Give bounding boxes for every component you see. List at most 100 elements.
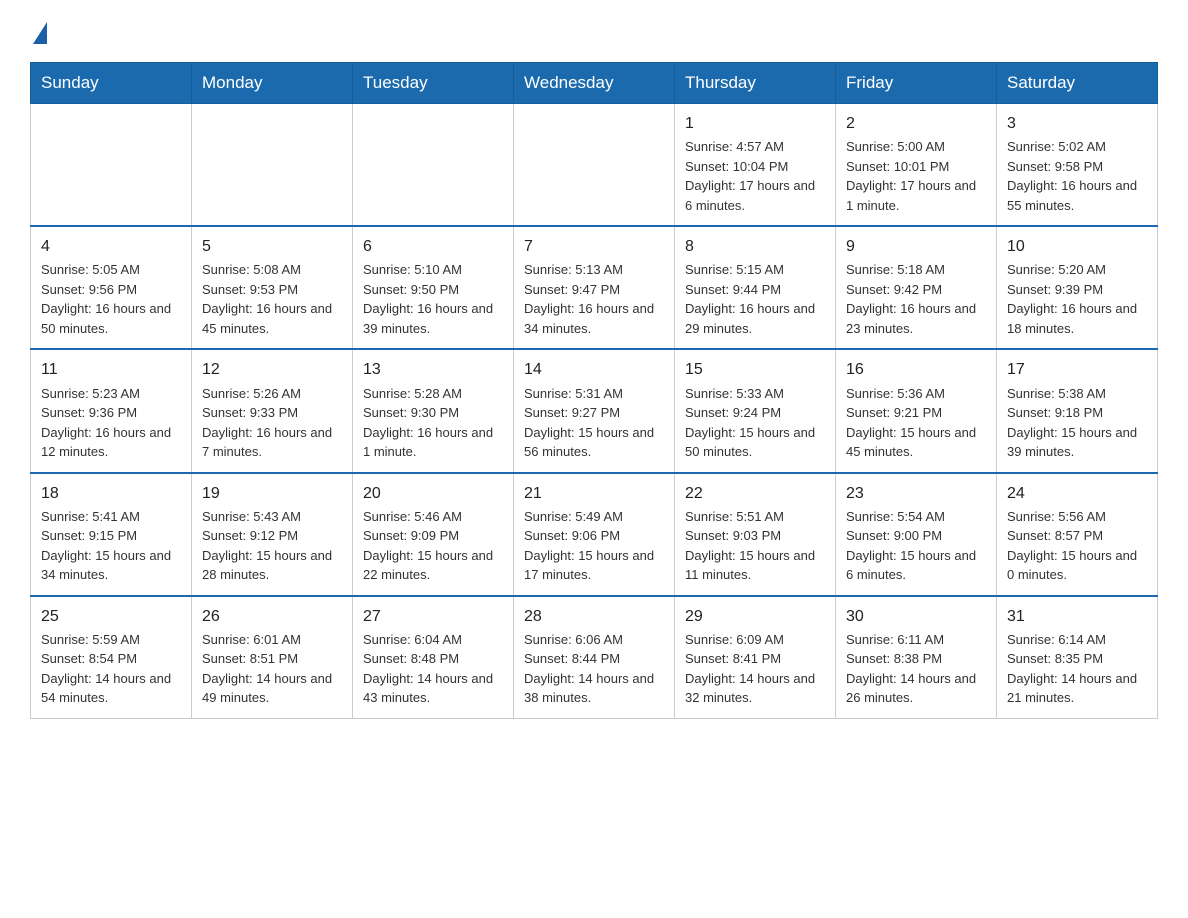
day-info: Sunrise: 4:57 AM Sunset: 10:04 PM Daylig… — [685, 137, 825, 215]
calendar-cell — [192, 104, 353, 227]
day-info: Sunrise: 5:41 AM Sunset: 9:15 PM Dayligh… — [41, 507, 181, 585]
day-number: 2 — [846, 112, 986, 135]
calendar-cell: 12 Sunrise: 5:26 AM Sunset: 9:33 PM Dayli… — [192, 349, 353, 472]
calendar-cell: 15Sunrise: 5:33 AM Sunset: 9:24 PM Dayli… — [675, 349, 836, 472]
calendar-cell: 14 Sunrise: 5:31 AM Sunset: 9:27 PM Dayli… — [514, 349, 675, 472]
calendar-cell: 2Sunrise: 5:00 AM Sunset: 10:01 PM Dayli… — [836, 104, 997, 227]
calendar-cell: 17 Sunrise: 5:38 AM Sunset: 9:18 PM Dayli… — [997, 349, 1158, 472]
day-number: 27 — [363, 605, 503, 628]
weekday-header-saturday: Saturday — [997, 63, 1158, 104]
day-info: Sunrise: 6:09 AM Sunset: 8:41 PM Dayligh… — [685, 630, 825, 708]
day-info: Sunrise: 5:13 AM Sunset: 9:47 PM Dayligh… — [524, 260, 664, 338]
day-number: 8 — [685, 235, 825, 258]
day-info: Sunrise: 5:51 AM Sunset: 9:03 PM Dayligh… — [685, 507, 825, 585]
calendar-cell: 19Sunrise: 5:43 AM Sunset: 9:12 PM Dayli… — [192, 473, 353, 596]
day-number: 18 — [41, 482, 181, 505]
weekday-header-wednesday: Wednesday — [514, 63, 675, 104]
day-info: Sunrise: 5:18 AM Sunset: 9:42 PM Dayligh… — [846, 260, 986, 338]
day-number: 10 — [1007, 235, 1147, 258]
header — [30, 20, 1158, 44]
calendar-table: SundayMondayTuesdayWednesdayThursdayFrid… — [30, 62, 1158, 719]
day-number: 28 — [524, 605, 664, 628]
day-number: 19 — [202, 482, 342, 505]
day-number: 13 — [363, 358, 503, 381]
day-number: 22 — [685, 482, 825, 505]
calendar-cell: 9Sunrise: 5:18 AM Sunset: 9:42 PM Daylig… — [836, 226, 997, 349]
day-number: 17 — [1007, 358, 1147, 381]
day-info: Sunrise: 5:08 AM Sunset: 9:53 PM Dayligh… — [202, 260, 342, 338]
day-info: Sunrise: 5:15 AM Sunset: 9:44 PM Dayligh… — [685, 260, 825, 338]
calendar-cell: 28Sunrise: 6:06 AM Sunset: 8:44 PM Dayli… — [514, 596, 675, 719]
calendar-cell: 21Sunrise: 5:49 AM Sunset: 9:06 PM Dayli… — [514, 473, 675, 596]
day-info: Sunrise: 5:28 AM Sunset: 9:30 PM Dayligh… — [363, 384, 503, 462]
calendar-cell: 31Sunrise: 6:14 AM Sunset: 8:35 PM Dayli… — [997, 596, 1158, 719]
calendar-cell — [31, 104, 192, 227]
day-number: 21 — [524, 482, 664, 505]
day-info: Sunrise: 5:56 AM Sunset: 8:57 PM Dayligh… — [1007, 507, 1147, 585]
day-number: 6 — [363, 235, 503, 258]
calendar-week-row: 11 Sunrise: 5:23 AM Sunset: 9:36 PM Dayli… — [31, 349, 1158, 472]
day-number: 23 — [846, 482, 986, 505]
day-number: 29 — [685, 605, 825, 628]
day-info: Sunrise: 5:59 AM Sunset: 8:54 PM Dayligh… — [41, 630, 181, 708]
calendar-cell: 1Sunrise: 4:57 AM Sunset: 10:04 PM Dayli… — [675, 104, 836, 227]
day-info: Sunrise: 6:04 AM Sunset: 8:48 PM Dayligh… — [363, 630, 503, 708]
calendar-cell: 7Sunrise: 5:13 AM Sunset: 9:47 PM Daylig… — [514, 226, 675, 349]
calendar-cell: 10Sunrise: 5:20 AM Sunset: 9:39 PM Dayli… — [997, 226, 1158, 349]
calendar-cell: 22Sunrise: 5:51 AM Sunset: 9:03 PM Dayli… — [675, 473, 836, 596]
calendar-cell: 5Sunrise: 5:08 AM Sunset: 9:53 PM Daylig… — [192, 226, 353, 349]
calendar-header-row: SundayMondayTuesdayWednesdayThursdayFrid… — [31, 63, 1158, 104]
day-info: Sunrise: 5:38 AM Sunset: 9:18 PM Dayligh… — [1007, 384, 1147, 462]
day-number: 14 — [524, 358, 664, 381]
day-number: 12 — [202, 358, 342, 381]
calendar-cell: 13 Sunrise: 5:28 AM Sunset: 9:30 PM Dayli… — [353, 349, 514, 472]
day-info: Sunrise: 5:05 AM Sunset: 9:56 PM Dayligh… — [41, 260, 181, 338]
calendar-week-row: 25Sunrise: 5:59 AM Sunset: 8:54 PM Dayli… — [31, 596, 1158, 719]
calendar-cell: 25Sunrise: 5:59 AM Sunset: 8:54 PM Dayli… — [31, 596, 192, 719]
day-number: 25 — [41, 605, 181, 628]
day-info: Sunrise: 5:02 AM Sunset: 9:58 PM Dayligh… — [1007, 137, 1147, 215]
day-info: Sunrise: 6:11 AM Sunset: 8:38 PM Dayligh… — [846, 630, 986, 708]
day-number: 16 — [846, 358, 986, 381]
calendar-cell: 23Sunrise: 5:54 AM Sunset: 9:00 PM Dayli… — [836, 473, 997, 596]
day-info: Sunrise: 5:31 AM Sunset: 9:27 PM Dayligh… — [524, 384, 664, 462]
day-info: Sunrise: 5:20 AM Sunset: 9:39 PM Dayligh… — [1007, 260, 1147, 338]
calendar-cell: 3Sunrise: 5:02 AM Sunset: 9:58 PM Daylig… — [997, 104, 1158, 227]
calendar-cell: 8Sunrise: 5:15 AM Sunset: 9:44 PM Daylig… — [675, 226, 836, 349]
calendar-cell: 16 Sunrise: 5:36 AM Sunset: 9:21 PM Dayli… — [836, 349, 997, 472]
calendar-cell: 29Sunrise: 6:09 AM Sunset: 8:41 PM Dayli… — [675, 596, 836, 719]
calendar-cell: 24Sunrise: 5:56 AM Sunset: 8:57 PM Dayli… — [997, 473, 1158, 596]
day-info: Sunrise: 6:01 AM Sunset: 8:51 PM Dayligh… — [202, 630, 342, 708]
day-number: 11 — [41, 358, 181, 381]
day-info: Sunrise: 5:23 AM Sunset: 9:36 PM Dayligh… — [41, 384, 181, 462]
calendar-cell: 30Sunrise: 6:11 AM Sunset: 8:38 PM Dayli… — [836, 596, 997, 719]
day-number: 9 — [846, 235, 986, 258]
calendar-cell — [353, 104, 514, 227]
page: SundayMondayTuesdayWednesdayThursdayFrid… — [0, 0, 1188, 749]
day-number: 5 — [202, 235, 342, 258]
day-number: 24 — [1007, 482, 1147, 505]
day-info: Sunrise: 5:54 AM Sunset: 9:00 PM Dayligh… — [846, 507, 986, 585]
day-info: Sunrise: 5:46 AM Sunset: 9:09 PM Dayligh… — [363, 507, 503, 585]
day-number: 31 — [1007, 605, 1147, 628]
day-info: Sunrise: 5:33 AM Sunset: 9:24 PM Dayligh… — [685, 384, 825, 462]
calendar-cell: 4Sunrise: 5:05 AM Sunset: 9:56 PM Daylig… — [31, 226, 192, 349]
day-number: 30 — [846, 605, 986, 628]
day-info: Sunrise: 5:43 AM Sunset: 9:12 PM Dayligh… — [202, 507, 342, 585]
logo-triangle-icon — [33, 22, 47, 44]
calendar-week-row: 18Sunrise: 5:41 AM Sunset: 9:15 PM Dayli… — [31, 473, 1158, 596]
calendar-cell — [514, 104, 675, 227]
weekday-header-friday: Friday — [836, 63, 997, 104]
day-number: 20 — [363, 482, 503, 505]
day-info: Sunrise: 5:10 AM Sunset: 9:50 PM Dayligh… — [363, 260, 503, 338]
weekday-header-thursday: Thursday — [675, 63, 836, 104]
calendar-cell: 27Sunrise: 6:04 AM Sunset: 8:48 PM Dayli… — [353, 596, 514, 719]
day-info: Sunrise: 5:36 AM Sunset: 9:21 PM Dayligh… — [846, 384, 986, 462]
day-number: 7 — [524, 235, 664, 258]
calendar-week-row: 1Sunrise: 4:57 AM Sunset: 10:04 PM Dayli… — [31, 104, 1158, 227]
day-info: Sunrise: 5:00 AM Sunset: 10:01 PM Daylig… — [846, 137, 986, 215]
calendar-cell: 18Sunrise: 5:41 AM Sunset: 9:15 PM Dayli… — [31, 473, 192, 596]
day-info: Sunrise: 5:26 AM Sunset: 9:33 PM Dayligh… — [202, 384, 342, 462]
day-info: Sunrise: 5:49 AM Sunset: 9:06 PM Dayligh… — [524, 507, 664, 585]
day-number: 26 — [202, 605, 342, 628]
